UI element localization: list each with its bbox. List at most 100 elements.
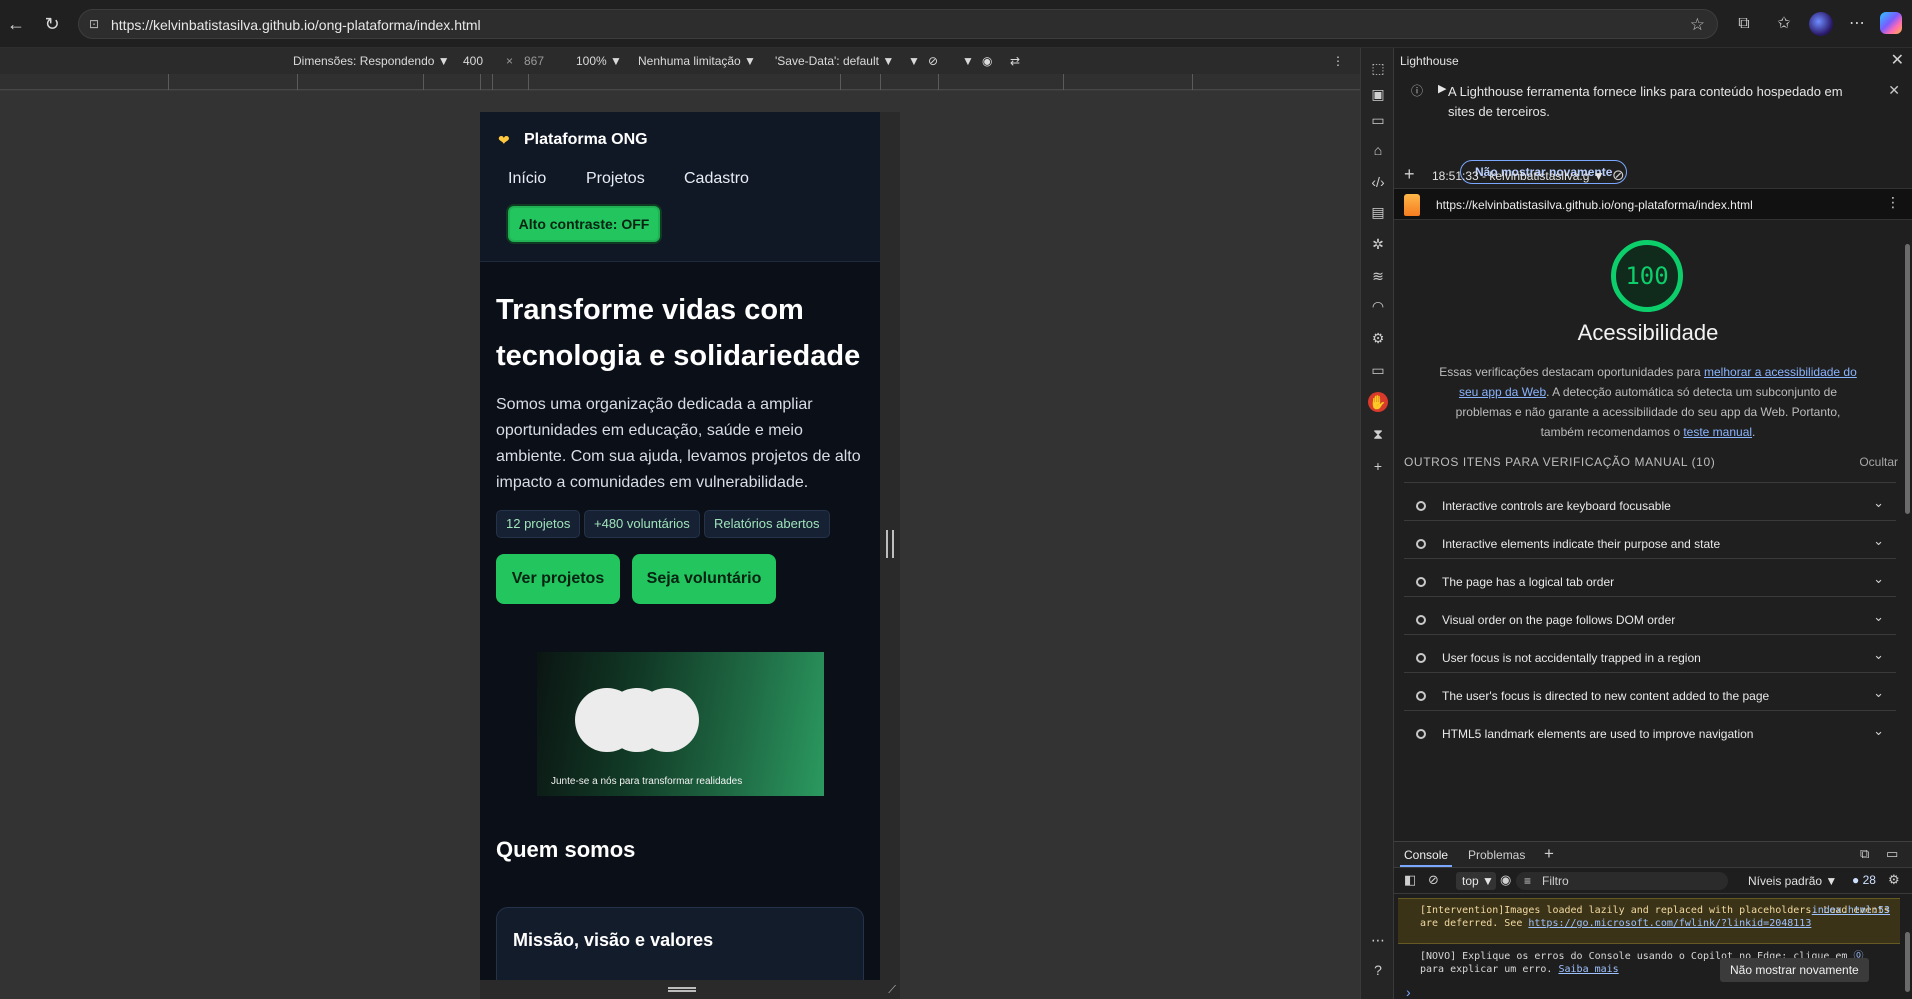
save-data-select[interactable]: 'Save-Data': default ▼: [775, 54, 894, 68]
chevron-down-icon[interactable]: ⌄: [1873, 571, 1884, 587]
dropdown-icon[interactable]: ▼: [962, 54, 974, 68]
warning-link[interactable]: https://go.microsoft.com/fwlink/?linkid=…: [1528, 918, 1811, 929]
sidebar-toggle-icon[interactable]: ◧: [1404, 872, 1416, 888]
clear-console-icon[interactable]: ⊘: [1428, 872, 1439, 888]
log-levels-select[interactable]: Níveis padrão ▼: [1748, 874, 1837, 888]
issues-counter[interactable]: ● 28: [1852, 873, 1876, 887]
star-icon[interactable]: ☆: [1690, 15, 1705, 35]
window-icon[interactable]: ▭: [1368, 110, 1388, 130]
see-projects-button[interactable]: Ver projetos: [496, 554, 620, 604]
console-prompt-icon[interactable]: ›: [1406, 984, 1411, 999]
report-scrollbar[interactable]: [1902, 228, 1912, 843]
chevron-down-icon[interactable]: ⌄: [1873, 723, 1884, 739]
learn-more-link[interactable]: Saiba mais: [1558, 964, 1618, 975]
brand-name[interactable]: Plataforma ONG: [524, 131, 648, 149]
console-copilot-message: [NOVO] Explique os erros do Console usan…: [1398, 946, 1900, 992]
refresh-icon[interactable]: ↻: [40, 12, 64, 36]
no-touch-icon[interactable]: ⊘: [928, 54, 938, 68]
nav-link-projetos[interactable]: Projetos: [586, 170, 645, 188]
high-contrast-toggle[interactable]: Alto contraste: OFF: [506, 204, 662, 244]
resize-corner-icon[interactable]: ⟋: [888, 984, 896, 997]
add-tool-icon[interactable]: +: [1368, 456, 1388, 476]
lighthouse-icon[interactable]: ✋: [1368, 392, 1388, 412]
media-query-ruler[interactable]: [0, 74, 1360, 90]
live-expression-eye-icon[interactable]: ◉: [1500, 872, 1511, 888]
resize-handle-bottom[interactable]: [668, 987, 696, 992]
resize-handle-right[interactable]: [886, 530, 894, 558]
filter-input[interactable]: ≡ Filtro: [1516, 872, 1728, 890]
chevron-down-icon[interactable]: ⌄: [1873, 647, 1884, 663]
width-input[interactable]: 400: [463, 54, 483, 68]
inspect-icon[interactable]: ⬚: [1368, 58, 1388, 78]
context-select[interactable]: top ▼: [1456, 872, 1496, 890]
nav-link-inicio[interactable]: Início: [508, 170, 546, 188]
device-more-icon[interactable]: ⋮: [1332, 54, 1344, 68]
zoom-select[interactable]: 100% ▼: [576, 54, 622, 68]
chevron-down-icon[interactable]: ⌄: [1873, 495, 1884, 511]
panel-title[interactable]: Lighthouse: [1400, 54, 1459, 68]
card-title: Missão, visão e valores: [513, 930, 714, 950]
throttling-select[interactable]: Nenhuma limitação ▼: [638, 54, 756, 68]
elements-icon[interactable]: ‹/›: [1368, 172, 1388, 192]
audit-item[interactable]: HTML5 landmark elements are used to impr…: [1404, 710, 1896, 756]
clear-icon[interactable]: ⊘: [1612, 166, 1625, 184]
device-toggle-icon[interactable]: ▣: [1368, 84, 1388, 104]
scrollbar-thumb[interactable]: [1905, 244, 1910, 514]
url-text[interactable]: https://kelvinbatistasilva.github.io/ong…: [111, 17, 481, 33]
application-icon[interactable]: ▭: [1368, 360, 1388, 380]
chevron-down-icon[interactable]: ⌄: [1873, 609, 1884, 625]
hero-text: Somos uma organização dedicada a ampliar…: [496, 396, 861, 491]
expand-triangle-icon[interactable]: ▶: [1438, 82, 1446, 95]
settings-icon[interactable]: ⚙: [1368, 328, 1388, 348]
profile-avatar[interactable]: [1809, 12, 1833, 36]
performance-icon[interactable]: ◠: [1368, 296, 1388, 316]
dropdown-icon[interactable]: ▼: [908, 54, 920, 68]
dock-icon[interactable]: ⧉: [1860, 846, 1869, 862]
dont-show-again-tooltip[interactable]: Não mostrar novamente: [1720, 958, 1869, 982]
source-link[interactable]: index.html:53: [1812, 904, 1890, 917]
report-selector: + 18:51:33 - kelvinbatistasilva.g ▼ ⊘: [1394, 164, 1912, 190]
tab-console[interactable]: Console: [1404, 848, 1448, 862]
manual-test-link[interactable]: teste manual: [1683, 425, 1752, 439]
more-tools-icon[interactable]: ⋯: [1368, 930, 1388, 950]
more-icon[interactable]: ⋯: [1846, 13, 1868, 35]
new-report-icon[interactable]: +: [1404, 164, 1415, 185]
network-icon[interactable]: ≋: [1368, 266, 1388, 286]
tab-problems[interactable]: Problemas: [1468, 848, 1525, 862]
extensions-icon[interactable]: ⧉: [1733, 13, 1755, 35]
dimensions-select[interactable]: Dimensões: Respondendo ▼: [293, 54, 450, 68]
chevron-down-icon[interactable]: ⌄: [1873, 685, 1884, 701]
report-url[interactable]: https://kelvinbatistasilva.github.io/ong…: [1436, 198, 1753, 212]
close-icon[interactable]: ✕: [1891, 50, 1904, 70]
kebab-menu-icon[interactable]: ⋮: [1886, 194, 1900, 211]
favorites-icon[interactable]: ✩: [1773, 13, 1795, 35]
rotate-icon[interactable]: ⇄: [1010, 54, 1020, 68]
close-icon[interactable]: ✕: [1888, 82, 1900, 99]
chevron-down-icon[interactable]: ⌄: [1873, 533, 1884, 549]
console-icon[interactable]: ▤: [1368, 202, 1388, 222]
lock-icon[interactable]: ⊡: [89, 16, 105, 32]
eye-icon[interactable]: ◉: [982, 54, 992, 68]
copilot-icon[interactable]: [1880, 12, 1902, 34]
recorder-icon[interactable]: ⧗: [1368, 424, 1388, 444]
address-bar[interactable]: ⊡ https://kelvinbatistasilva.github.io/o…: [78, 9, 1718, 39]
console-scrollbar[interactable]: [1905, 932, 1910, 992]
home-icon[interactable]: ⌂: [1368, 140, 1388, 160]
circle-icon: [1416, 691, 1426, 701]
hide-button[interactable]: Ocultar: [1859, 455, 1898, 469]
report-url-bar: https://kelvinbatistasilva.github.io/ong…: [1394, 188, 1912, 220]
volunteer-button[interactable]: Seja voluntário: [632, 554, 776, 604]
manual-checks-header[interactable]: OUTROS ITENS PARA VERIFICAÇÃO MANUAL (10…: [1404, 455, 1898, 475]
back-icon[interactable]: ←: [4, 12, 28, 36]
bug-icon[interactable]: ✲: [1368, 234, 1388, 254]
filter-icon: ≡: [1524, 874, 1532, 888]
help-icon[interactable]: ?: [1368, 960, 1388, 980]
console-settings-icon[interactable]: ⚙: [1888, 872, 1900, 888]
add-tab-icon[interactable]: +: [1544, 844, 1554, 864]
notice-text: A Lighthouse ferramenta fornece links pa…: [1448, 84, 1843, 119]
report-select[interactable]: 18:51:33 - kelvinbatistasilva.g ▼: [1432, 169, 1605, 183]
collapse-drawer-icon[interactable]: ▭: [1886, 846, 1898, 862]
nav-link-cadastro[interactable]: Cadastro: [684, 170, 749, 188]
site-header: ❤ Plataforma ONG Início Projetos Cadastr…: [480, 112, 880, 262]
height-input[interactable]: 867: [524, 54, 544, 68]
